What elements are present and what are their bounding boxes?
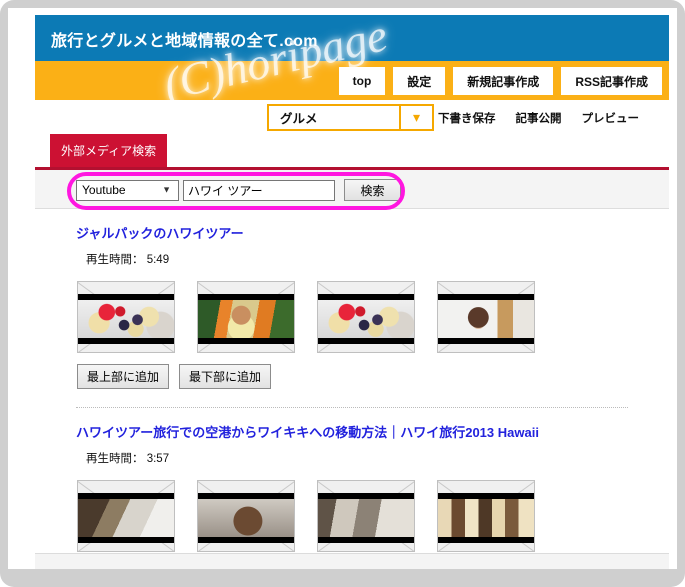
result-duration-value: 3:57	[146, 453, 170, 465]
result-duration-label: 再生時間：	[86, 254, 144, 266]
nav-button-settings[interactable]: 設定	[393, 67, 446, 95]
thumbnail-letterbox	[78, 294, 174, 344]
result-title[interactable]: ジャルパックのハワイツアー	[76, 223, 669, 242]
thumbnail-airport-walkway[interactable]	[77, 480, 175, 552]
add-to-bottom-button[interactable]: 最下部に追加	[179, 364, 272, 389]
result-divider	[76, 407, 628, 408]
thumbnail-image	[318, 300, 414, 338]
nav-button-top[interactable]: top	[338, 67, 386, 95]
sub-nav-actions: 下書き保存 記事公開 プレビュー	[438, 104, 639, 131]
search-button[interactable]: 検索	[344, 179, 401, 201]
thumbnail-photo-grid[interactable]	[437, 480, 535, 552]
result-duration-label: 再生時間：	[86, 453, 144, 465]
thumbnail-letterbox	[318, 493, 414, 543]
media-source-select[interactable]: Youtube ▼	[76, 179, 179, 201]
thumbnail-letterbox	[438, 294, 534, 344]
thumbnail-woman-interview[interactable]	[437, 281, 535, 353]
page-bottom-strip	[35, 553, 669, 569]
content-panel: 外部メディア検索 Youtube ▼ 検索 ジャルパックのハワイツアー 再生時間…	[35, 132, 669, 569]
add-to-top-button[interactable]: 最上部に追加	[77, 364, 170, 389]
thumbnail-image	[318, 499, 414, 537]
preview-button[interactable]: プレビュー	[582, 110, 640, 126]
thumbnail-letterbox	[198, 294, 294, 344]
result-item: ハワイツアー旅行での空港からワイキキへの移動方法｜ハワイ旅行2013 Hawai…	[35, 422, 669, 552]
thumbnail-face-closeup[interactable]	[197, 480, 295, 552]
result-duration-value: 5:49	[146, 254, 170, 266]
nav-button-new-article[interactable]: 新規記事作成	[453, 67, 554, 95]
media-source-value: Youtube	[82, 183, 126, 197]
thumbnail-image	[438, 499, 534, 537]
thumbnail-letterbox	[318, 294, 414, 344]
result-title[interactable]: ハワイツアー旅行での空港からワイキキへの移動方法｜ハワイ旅行2013 Hawai…	[76, 422, 669, 441]
result-add-buttons: 最上部に追加 最下部に追加	[77, 364, 669, 389]
category-select[interactable]: グルメ ▾	[267, 104, 434, 131]
thumbnail-image	[438, 300, 534, 338]
browser-window-frame: 旅行とグルメと地域情報の全て.com top 設定 新規記事作成 RSS記事作成…	[0, 0, 685, 587]
search-input[interactable]	[183, 179, 335, 201]
thumbnail-letterbox	[78, 493, 174, 543]
thumbnail-fruit-bowl-2[interactable]	[317, 281, 415, 353]
result-item: ジャルパックのハワイツアー 再生時間： 5:49 最上部に追加 最下部に追加	[35, 223, 669, 389]
result-duration: 再生時間： 3:57	[86, 450, 669, 466]
thumbnail-image	[78, 499, 174, 537]
save-draft-button[interactable]: 下書き保存	[438, 110, 496, 126]
chevron-down-icon: ▾	[399, 106, 432, 129]
result-thumbnail-row	[77, 480, 669, 552]
tab-external-media-search[interactable]: 外部メディア検索	[50, 134, 168, 167]
search-results-list: ジャルパックのハワイツアー 再生時間： 5:49 最上部に追加 最下部に追加 ハ…	[35, 209, 669, 569]
page-viewport: 旅行とグルメと地域情報の全て.com top 設定 新規記事作成 RSS記事作成…	[8, 8, 677, 569]
thumbnail-image	[198, 300, 294, 338]
site-header: 旅行とグルメと地域情報の全て.com	[35, 15, 669, 61]
thumbnail-image	[198, 499, 294, 537]
thumbnail-fruit-bowl[interactable]	[77, 281, 175, 353]
thumbnail-terminal-room[interactable]	[317, 480, 415, 552]
publish-article-button[interactable]: 記事公開	[516, 110, 562, 126]
result-thumbnail-row	[77, 281, 669, 353]
thumbnail-image	[78, 300, 174, 338]
category-select-value: グルメ	[280, 112, 318, 126]
thumbnail-lei-girl[interactable]	[197, 281, 295, 353]
nav-button-rss-article[interactable]: RSS記事作成	[561, 67, 662, 95]
tab-strip: 外部メディア検索	[35, 132, 669, 170]
search-controls: Youtube ▼ 検索	[76, 179, 401, 201]
result-duration: 再生時間： 5:49	[86, 251, 669, 267]
chevron-down-icon: ▼	[162, 184, 171, 195]
thumbnail-letterbox	[438, 493, 534, 543]
thumbnail-letterbox	[198, 493, 294, 543]
site-title: 旅行とグルメと地域情報の全て.com	[51, 33, 318, 50]
primary-nav: top 設定 新規記事作成 RSS記事作成	[35, 67, 669, 95]
